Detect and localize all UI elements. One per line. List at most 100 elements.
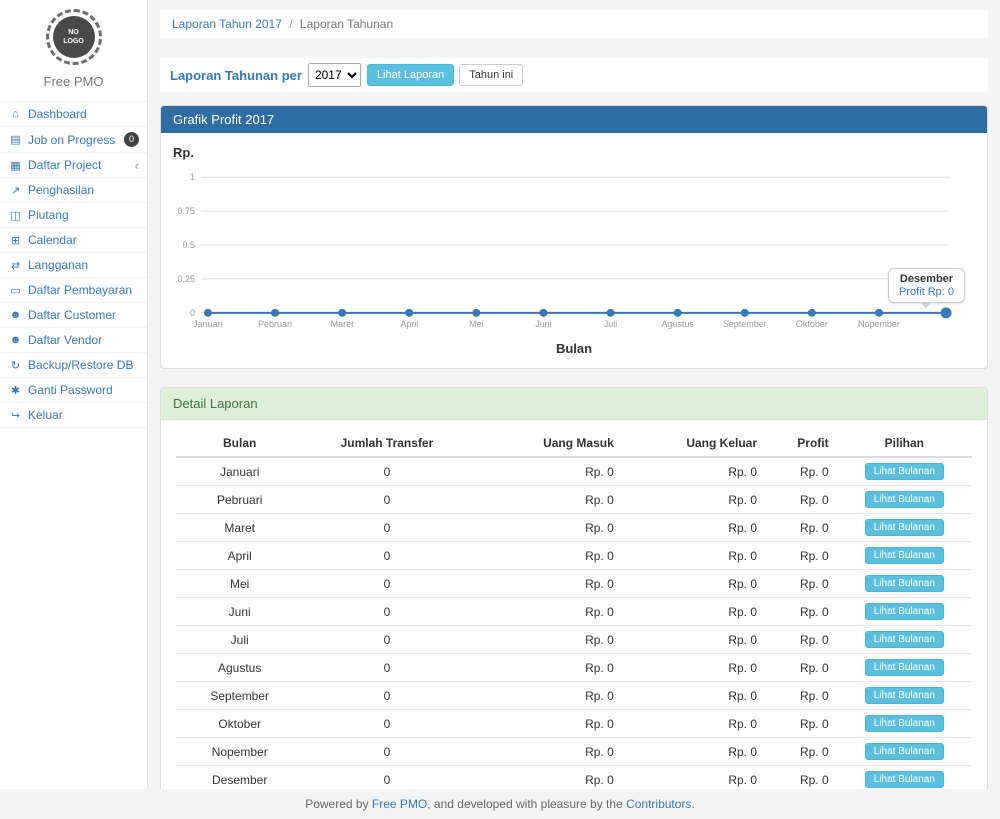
sidebar-item-label: Dashboard: [28, 107, 87, 121]
cell-uang-keluar: Rp. 0: [622, 710, 765, 738]
cell-jumlah-transfer: 0: [303, 766, 470, 790]
sidebar-item-calendar[interactable]: ⊞ Calendar: [0, 228, 147, 253]
column-header-uang-keluar: Uang Keluar: [622, 430, 765, 457]
table-row: Mei0Rp. 0Rp. 0Rp. 0Lihat Bulanan: [176, 570, 972, 598]
chart-tooltip: Desember Profit Rp: 0: [888, 268, 965, 303]
cell-profit: Rp. 0: [765, 486, 837, 514]
year-select[interactable]: 2017: [308, 63, 361, 87]
sidebar-item-langganan[interactable]: ⇄Langganan: [0, 253, 147, 278]
lihat-bulanan-button[interactable]: Lihat Bulanan: [865, 547, 944, 564]
footer: Powered by Free PMO, and developed with …: [0, 789, 1000, 819]
free-pmo-link[interactable]: Free PMO: [372, 797, 427, 811]
cell-jumlah-transfer: 0: [303, 570, 470, 598]
lihat-bulanan-button[interactable]: Lihat Bulanan: [865, 715, 944, 732]
chevron-left-icon: ‹: [135, 159, 139, 172]
sidebar-item-daftar-project[interactable]: ▦Daftar Project‹: [0, 153, 147, 178]
dashboard-icon: ⌂: [8, 108, 23, 120]
column-header-bulan: Bulan: [176, 430, 303, 457]
sidebar-item-label: Daftar Customer: [28, 308, 116, 322]
cell-profit: Rp. 0: [765, 710, 837, 738]
cell-profit: Rp. 0: [765, 654, 837, 682]
cell-profit: Rp. 0: [765, 682, 837, 710]
cell-bulan: Agustus: [176, 654, 303, 682]
cell-uang-keluar: Rp. 0: [622, 542, 765, 570]
cell-uang-keluar: Rp. 0: [622, 654, 765, 682]
cell-pilihan: Lihat Bulanan: [837, 542, 972, 570]
tahun-ini-button[interactable]: Tahun ini: [459, 64, 523, 86]
lihat-bulanan-button[interactable]: Lihat Bulanan: [865, 687, 944, 704]
cell-jumlah-transfer: 0: [303, 738, 470, 766]
sidebar-item-daftar-vendor[interactable]: ☻Daftar Vendor: [0, 328, 147, 353]
lihat-bulanan-button[interactable]: Lihat Bulanan: [865, 771, 944, 788]
table-header-row: BulanJumlah TransferUang MasukUang Kelua…: [176, 430, 972, 457]
cell-uang-masuk: Rp. 0: [471, 542, 622, 570]
lihat-bulanan-button[interactable]: Lihat Bulanan: [865, 519, 944, 536]
svg-text:1: 1: [190, 172, 195, 182]
tooltip-profit-value: Profit Rp: 0: [899, 286, 954, 298]
table-row: Pebruari0Rp. 0Rp. 0Rp. 0Lihat Bulanan: [176, 486, 972, 514]
cell-bulan: Pebruari: [176, 486, 303, 514]
cell-uang-masuk: Rp. 0: [471, 514, 622, 542]
table-row: April0Rp. 0Rp. 0Rp. 0Lihat Bulanan: [176, 542, 972, 570]
table-row: Nopember0Rp. 0Rp. 0Rp. 0Lihat Bulanan: [176, 738, 972, 766]
cell-pilihan: Lihat Bulanan: [837, 514, 972, 542]
lihat-bulanan-button[interactable]: Lihat Bulanan: [865, 575, 944, 592]
money-icon: ◫: [8, 209, 23, 222]
sidebar-item-penghasilan[interactable]: ↗Penghasilan: [0, 178, 147, 203]
table-row: Januari0Rp. 0Rp. 0Rp. 0Lihat Bulanan: [176, 457, 972, 486]
table-row: Oktober0Rp. 0Rp. 0Rp. 0Lihat Bulanan: [176, 710, 972, 738]
cell-uang-keluar: Rp. 0: [622, 570, 765, 598]
cell-uang-keluar: Rp. 0: [622, 626, 765, 654]
lihat-laporan-button[interactable]: Lihat Laporan: [367, 64, 454, 86]
credit-card-icon: ▭: [8, 284, 23, 297]
sidebar-item-label: Daftar Vendor: [28, 333, 102, 347]
cell-profit: Rp. 0: [765, 598, 837, 626]
sidebar-item-ganti-password[interactable]: ✱Ganti Password: [0, 378, 147, 403]
table-row: Juni0Rp. 0Rp. 0Rp. 0Lihat Bulanan: [176, 598, 972, 626]
cell-jumlah-transfer: 0: [303, 542, 470, 570]
chart-line-icon: ↗: [8, 184, 23, 197]
footer-text: .: [691, 797, 694, 811]
svg-text:April: April: [400, 319, 418, 329]
sidebar-item-daftar-customer[interactable]: ☻Daftar Customer: [0, 303, 147, 328]
breadcrumb-link-laporan-tahun[interactable]: Laporan Tahun 2017: [172, 17, 282, 31]
lihat-bulanan-button[interactable]: Lihat Bulanan: [865, 463, 944, 480]
calendar-icon: ⊞: [8, 234, 23, 247]
breadcrumb-current: Laporan Tahunan: [300, 17, 393, 31]
column-header-jumlah-transfer: Jumlah Transfer: [303, 430, 470, 457]
sidebar-menu: ⌂ Dashboard ▤Job on Progress0▦Daftar Proje…: [0, 101, 147, 428]
svg-text:September: September: [723, 319, 767, 329]
contributors-link[interactable]: Contributors: [626, 797, 691, 811]
sidebar-item-daftar-pembayaran[interactable]: ▭Daftar Pembayaran: [0, 278, 147, 303]
sidebar-item-keluar[interactable]: ↪Keluar: [0, 403, 147, 428]
cell-profit: Rp. 0: [765, 766, 837, 790]
cell-uang-masuk: Rp. 0: [471, 598, 622, 626]
lihat-bulanan-button[interactable]: Lihat Bulanan: [865, 603, 944, 620]
sidebar-item-piutang[interactable]: ◫Piutang: [0, 203, 147, 228]
cell-jumlah-transfer: 0: [303, 598, 470, 626]
lihat-bulanan-button[interactable]: Lihat Bulanan: [865, 491, 944, 508]
sidebar-item-label: Job on Progress: [28, 133, 115, 147]
sidebar: NO LOGO Free PMO ⌂Dashboard▤Job on Progr…: [0, 0, 148, 789]
cell-uang-masuk: Rp. 0: [471, 626, 622, 654]
cell-uang-masuk: Rp. 0: [471, 570, 622, 598]
sidebar-item-dashboard[interactable]: ⌂ Dashboard: [0, 102, 147, 127]
sidebar-item-backup-restore-db[interactable]: ↻Backup/Restore DB: [0, 353, 147, 378]
cell-jumlah-transfer: 0: [303, 654, 470, 682]
cell-uang-masuk: Rp. 0: [471, 682, 622, 710]
lihat-bulanan-button[interactable]: Lihat Bulanan: [865, 743, 944, 760]
lihat-bulanan-button[interactable]: Lihat Bulanan: [865, 659, 944, 676]
chart-y-axis-title: Rp.: [173, 145, 194, 160]
sidebar-item-job-on-progress[interactable]: ▤Job on Progress0: [0, 127, 147, 153]
cell-bulan: Januari: [176, 457, 303, 486]
table-row: Desember0Rp. 0Rp. 0Rp. 0Lihat Bulanan: [176, 766, 972, 790]
svg-text:Juni: Juni: [535, 319, 551, 329]
sidebar-item-label: Calendar: [28, 233, 77, 247]
table-row: Juli0Rp. 0Rp. 0Rp. 0Lihat Bulanan: [176, 626, 972, 654]
lihat-bulanan-button[interactable]: Lihat Bulanan: [865, 631, 944, 648]
cell-bulan: Nopember: [176, 738, 303, 766]
cell-jumlah-transfer: 0: [303, 514, 470, 542]
cell-uang-masuk: Rp. 0: [471, 457, 622, 486]
brand-name: Free PMO: [0, 74, 147, 89]
cell-uang-masuk: Rp. 0: [471, 654, 622, 682]
